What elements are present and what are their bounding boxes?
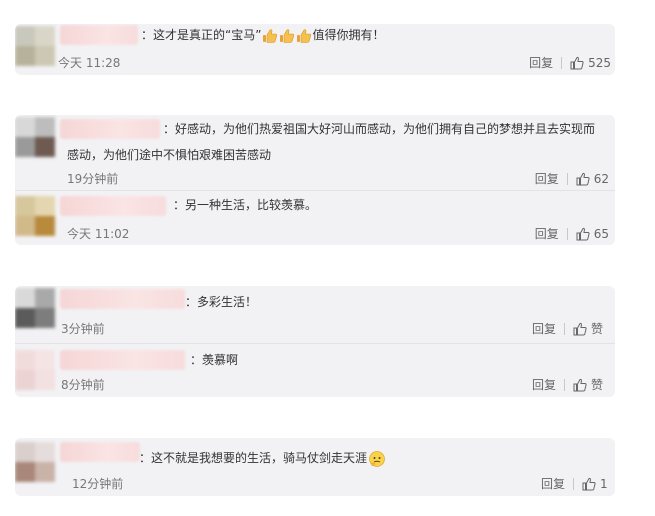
comment-actions: 回复 1 bbox=[541, 475, 608, 492]
thumbs-up-emoji-icon bbox=[279, 28, 295, 44]
avatar[interactable] bbox=[15, 442, 55, 482]
comment-text: ：这不就是我想要的生活，骑马仗剑走天涯 bbox=[139, 446, 386, 470]
comment-time: 12分钟前 bbox=[72, 477, 124, 491]
divider bbox=[566, 172, 568, 185]
comment-actions: 回复 赞 bbox=[532, 320, 603, 337]
like-label[interactable]: 赞 bbox=[591, 320, 603, 337]
avatar[interactable] bbox=[15, 196, 55, 236]
username-blurred[interactable] bbox=[60, 350, 185, 370]
comment-text-main: ：这才是真正的“宝马” bbox=[141, 28, 262, 42]
reply-button[interactable]: 回复 bbox=[532, 320, 556, 337]
divider bbox=[563, 322, 565, 335]
divider bbox=[566, 227, 568, 240]
like-count: 62 bbox=[593, 171, 609, 186]
comment-card-2: ：好感动，为他们热爱祖国大好河山而感动，为他们拥有自己的梦想并且去实现而 感动，… bbox=[15, 115, 615, 245]
comment-text-main: ：这不就是我想要的生活，骑马仗剑走天涯 bbox=[139, 451, 368, 465]
divider bbox=[573, 477, 575, 490]
comment-row: ：这才是真正的“宝马” 值得你拥有！ 今天 11:28 回复 525 bbox=[15, 24, 615, 75]
comment-text-line2: 感动，为他们途中不惧怕艰难困苦感动 bbox=[67, 148, 272, 162]
comment-time: 19分钟前 bbox=[67, 172, 119, 186]
like-icon[interactable] bbox=[570, 56, 584, 70]
username-blurred[interactable] bbox=[60, 25, 138, 45]
reply-button[interactable]: 回复 bbox=[535, 225, 559, 242]
reply-button[interactable]: 回复 bbox=[535, 170, 559, 187]
comment-time: 3分钟前 bbox=[61, 322, 105, 336]
reply-button[interactable]: 回复 bbox=[529, 54, 553, 71]
thinking-face-emoji-icon bbox=[368, 450, 386, 468]
reply-time: 8分钟前 bbox=[61, 378, 105, 392]
comment-text: ：多彩生活！ bbox=[185, 295, 258, 309]
comment-actions: 回复 62 bbox=[535, 170, 609, 187]
reply-actions: 回复 赞 bbox=[532, 376, 603, 393]
username-blurred[interactable] bbox=[60, 442, 140, 462]
username-blurred[interactable] bbox=[60, 119, 160, 139]
like-icon[interactable] bbox=[573, 378, 587, 392]
like-icon[interactable] bbox=[576, 172, 590, 186]
like-label[interactable]: 赞 bbox=[591, 376, 603, 393]
avatar[interactable] bbox=[15, 350, 55, 390]
divider bbox=[563, 378, 565, 391]
reply-text: ：羡慕啊 bbox=[190, 353, 239, 367]
like-count: 525 bbox=[588, 55, 611, 70]
reply-actions: 回复 65 bbox=[535, 225, 609, 242]
avatar[interactable] bbox=[15, 117, 55, 157]
reply-row: ：另一种生活，比较羡慕。 今天 11:02 回复 65 bbox=[15, 190, 615, 245]
like-icon[interactable] bbox=[582, 477, 596, 491]
username-blurred[interactable] bbox=[60, 196, 166, 216]
comment-actions: 回复 525 bbox=[529, 54, 611, 71]
comment-card-3: ：多彩生活！ 3分钟前 回复 赞 ：羡慕啊 8分钟前 回复 赞 bbox=[15, 286, 615, 397]
comment-card-4: ：这不就是我想要的生活，骑马仗剑走天涯 12分钟前 回复 1 bbox=[15, 438, 615, 496]
reply-text: ：另一种生活，比较羡慕。 bbox=[173, 198, 318, 212]
like-count: 1 bbox=[600, 476, 608, 491]
like-icon[interactable] bbox=[573, 322, 587, 336]
comment-row: ：这不就是我想要的生活，骑马仗剑走天涯 12分钟前 回复 1 bbox=[15, 438, 615, 496]
avatar[interactable] bbox=[15, 288, 55, 328]
comment-row: ：多彩生活！ 3分钟前 回复 赞 bbox=[15, 286, 615, 343]
avatar[interactable] bbox=[15, 26, 55, 66]
reply-button[interactable]: 回复 bbox=[541, 475, 565, 492]
like-icon[interactable] bbox=[576, 227, 590, 241]
comment-time: 今天 11:28 bbox=[58, 56, 121, 70]
divider bbox=[561, 56, 563, 69]
comment-text: ：这才是真正的“宝马” 值得你拥有！ bbox=[141, 24, 384, 47]
reply-row: ：羡慕啊 8分钟前 回复 赞 bbox=[15, 343, 615, 397]
like-count: 65 bbox=[593, 226, 609, 241]
reply-button[interactable]: 回复 bbox=[532, 376, 556, 393]
thumbs-up-emoji-icon bbox=[296, 28, 312, 44]
thumbs-up-emoji-icon bbox=[262, 28, 278, 44]
username-blurred[interactable] bbox=[60, 289, 185, 309]
comment-row: ：好感动，为他们热爱祖国大好河山而感动，为他们拥有自己的梦想并且去实现而 感动，… bbox=[15, 115, 615, 190]
comment-text-tail: 值得你拥有！ bbox=[312, 28, 385, 42]
comment-card-1: ：这才是真正的“宝马” 值得你拥有！ 今天 11:28 回复 525 bbox=[15, 24, 615, 75]
reply-time: 今天 11:02 bbox=[67, 227, 130, 241]
comment-text-line1: ：好感动，为他们热爱祖国大好河山而感动，为他们拥有自己的梦想并且去实现而 bbox=[163, 122, 596, 136]
